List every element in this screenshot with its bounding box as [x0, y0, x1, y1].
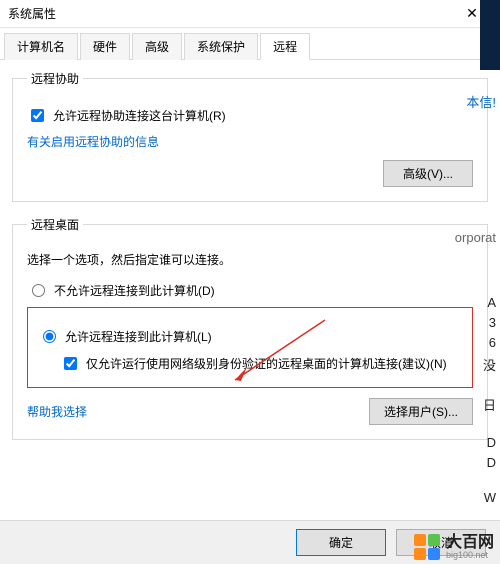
nla-checkbox[interactable]: 仅允许运行使用网络级别身份验证的远程桌面的计算机连接(建议)(N) — [60, 355, 462, 373]
remote-desktop-legend: 远程桌面 — [27, 216, 83, 233]
allow-remote-assist-input[interactable] — [31, 109, 44, 122]
remote-desktop-group: 远程桌面 选择一个选项，然后指定谁可以连接。 不允许远程连接到此计算机(D) 允… — [12, 216, 488, 440]
disallow-remote-radio[interactable]: 不允许远程连接到此计算机(D) — [27, 282, 473, 299]
select-users-button[interactable]: 选择用户(S)... — [369, 398, 473, 425]
remote-desktop-desc: 选择一个选项，然后指定谁可以连接。 — [27, 251, 473, 268]
watermark-domain: big100.net — [446, 551, 494, 560]
allow-remote-label: 允许远程连接到此计算机(L) — [65, 328, 212, 345]
tab-advanced[interactable]: 高级 — [132, 33, 182, 60]
nla-input[interactable] — [64, 357, 77, 370]
remote-panel: 远程协助 允许远程协助连接这台计算机(R) 有关启用远程协助的信息 高级(V).… — [0, 60, 500, 464]
remote-assist-info-link[interactable]: 有关启用远程协助的信息 — [27, 135, 159, 149]
close-button[interactable]: ✕ — [452, 0, 492, 28]
disallow-remote-label: 不允许远程连接到此计算机(D) — [54, 282, 215, 299]
ok-button[interactable]: 确定 — [296, 529, 386, 556]
tab-strip: 计算机名 硬件 高级 系统保护 远程 — [0, 28, 500, 60]
close-icon: ✕ — [466, 5, 478, 22]
remote-assist-group: 远程协助 允许远程协助连接这台计算机(R) 有关启用远程协助的信息 高级(V).… — [12, 70, 488, 202]
nla-label: 仅允许运行使用网络级别身份验证的远程桌面的计算机连接(建议)(N) — [86, 355, 447, 373]
allow-remote-radio[interactable]: 允许远程连接到此计算机(L) — [38, 328, 462, 345]
tab-computer-name[interactable]: 计算机名 — [4, 33, 78, 60]
tab-remote[interactable]: 远程 — [260, 33, 310, 60]
tab-hardware[interactable]: 硬件 — [80, 33, 130, 60]
remote-assist-advanced-button[interactable]: 高级(V)... — [383, 160, 473, 187]
titlebar: 系统属性 ✕ — [0, 0, 500, 28]
highlight-box: 允许远程连接到此计算机(L) 仅允许运行使用网络级别身份验证的远程桌面的计算机连… — [27, 307, 473, 388]
peek-w: W — [484, 490, 496, 505]
allow-remote-assist-checkbox[interactable]: 允许远程协助连接这台计算机(R) — [27, 107, 473, 125]
tab-protection[interactable]: 系统保护 — [184, 33, 258, 60]
watermark: 大百网 big100.net — [414, 534, 494, 560]
help-choose-link[interactable]: 帮助我选择 — [27, 403, 87, 420]
allow-remote-input[interactable] — [43, 330, 56, 343]
watermark-name: 大百网 — [446, 535, 494, 551]
remote-assist-legend: 远程协助 — [27, 70, 83, 87]
allow-remote-assist-label: 允许远程协助连接这台计算机(R) — [53, 107, 226, 124]
watermark-logo-icon — [414, 534, 440, 560]
disallow-remote-input[interactable] — [32, 284, 45, 297]
window-title: 系统属性 — [8, 5, 452, 22]
